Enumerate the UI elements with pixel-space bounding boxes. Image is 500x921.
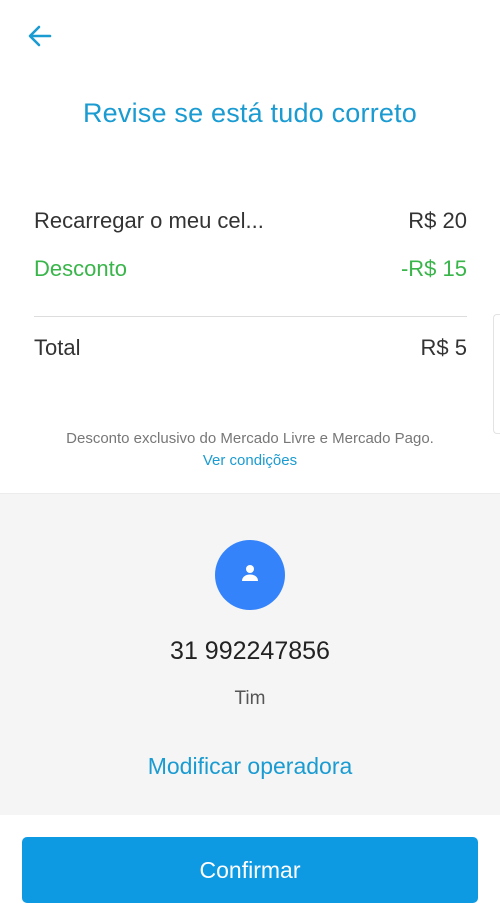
total-row: Total R$ 5 — [34, 335, 467, 361]
discount-disclaimer: Desconto exclusivo do Mercado Livre e Me… — [66, 430, 434, 447]
recharge-row: Recarregar o meu cel... R$ 20 — [34, 208, 467, 234]
total-value: R$ 5 — [420, 335, 467, 360]
person-icon — [239, 562, 261, 589]
total-label: Total — [34, 335, 81, 360]
back-button[interactable] — [20, 20, 60, 56]
edge-tab — [493, 314, 500, 434]
discount-value: -R$ 15 — [400, 256, 467, 281]
discount-row: Desconto -R$ 15 — [34, 256, 467, 282]
discount-label: Desconto — [34, 256, 127, 281]
modify-carrier-link[interactable]: Modificar operadora — [0, 753, 500, 780]
bottom-bar: Confirmar — [0, 815, 500, 921]
phone-number: 31 992247856 — [170, 637, 330, 665]
recipient-panel: 31 992247856 Tim Modificar operadora — [0, 493, 500, 816]
avatar — [215, 540, 285, 610]
arrow-left-icon — [26, 22, 54, 55]
carrier-name: Tim — [234, 688, 266, 709]
confirm-button[interactable]: Confirmar — [22, 837, 478, 903]
conditions-link[interactable]: Ver condições — [0, 452, 500, 469]
recharge-value: R$ 20 — [408, 208, 467, 233]
page-title: Revise se está tudo correto — [82, 98, 418, 128]
recharge-label: Recarregar o meu cel... — [34, 208, 264, 233]
divider — [34, 316, 467, 317]
